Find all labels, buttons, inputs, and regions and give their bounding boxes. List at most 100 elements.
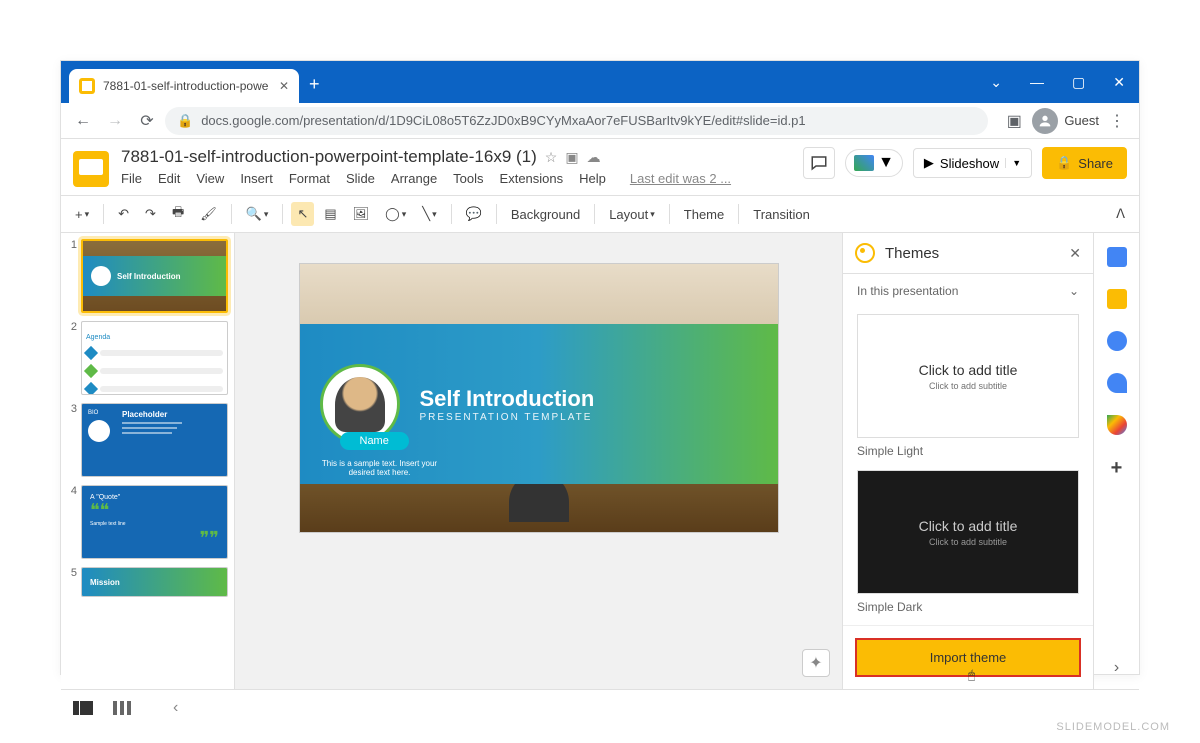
chevron-down-icon[interactable]: ▼	[1005, 158, 1021, 168]
thumb-number: 3	[67, 403, 81, 477]
background-button[interactable]: Background	[505, 203, 586, 226]
minimize-button[interactable]: ―	[1016, 74, 1058, 90]
menu-bar: File Edit View Insert Format Slide Arran…	[121, 171, 791, 186]
close-window-button[interactable]: ✕	[1099, 74, 1139, 91]
share-label: Share	[1078, 156, 1113, 171]
transition-button[interactable]: Transition	[747, 203, 816, 226]
comments-button[interactable]	[803, 147, 835, 179]
canvas-area[interactable]: Self Introduction PRESENTATION TEMPLATE …	[235, 233, 843, 689]
meet-button[interactable]: ▼	[845, 149, 903, 177]
keep-icon[interactable]	[1107, 289, 1127, 309]
filmstrip-view-button[interactable]	[73, 701, 93, 715]
calendar-icon[interactable]	[1107, 247, 1127, 267]
thumb-number: 5	[67, 567, 81, 597]
film-strip[interactable]: 1 Self Introduction 2 Agenda 3 BIO	[61, 233, 235, 689]
slide-thumb-2[interactable]: Agenda	[81, 321, 228, 395]
browser-menu-button[interactable]: ⋮	[1103, 107, 1131, 135]
address-bar: ← → ⟳ 🔒 docs.google.com/presentation/d/1…	[61, 103, 1139, 139]
menu-tools[interactable]: Tools	[453, 171, 483, 186]
maximize-button[interactable]: ▢	[1058, 74, 1099, 91]
select-tool[interactable]: ↖	[291, 202, 314, 226]
guest-avatar-icon	[1032, 108, 1058, 134]
menu-view[interactable]: View	[196, 171, 224, 186]
tab-title: 7881-01-self-introduction-powe	[103, 79, 268, 93]
menu-file[interactable]: File	[121, 171, 142, 186]
close-tab-icon[interactable]: ✕	[279, 79, 289, 93]
star-icon[interactable]: ☆	[545, 149, 558, 166]
thumb-number: 1	[67, 239, 81, 313]
palette-icon	[855, 243, 875, 263]
tasks-icon[interactable]	[1107, 331, 1127, 351]
window-controls: ⌄ ― ▢ ✕	[976, 61, 1139, 103]
url-text: docs.google.com/presentation/d/1D9CiL08o…	[201, 113, 805, 128]
profile-button[interactable]: Guest	[1032, 108, 1099, 134]
paint-format-button[interactable]: 🖌	[194, 202, 223, 226]
back-button[interactable]: ←	[69, 107, 97, 135]
import-theme-button[interactable]: Import theme 🖱	[855, 638, 1081, 677]
play-icon: ▶	[924, 155, 934, 171]
shape-tool[interactable]: ◯▾	[379, 202, 412, 226]
sample-text: This is a sample text. Insert your desir…	[320, 459, 440, 477]
last-edit[interactable]: Last edit was 2 ...	[630, 171, 731, 186]
slideshow-label: Slideshow	[940, 156, 999, 171]
print-button[interactable]: 🖶	[166, 199, 190, 229]
slide-canvas[interactable]: Self Introduction PRESENTATION TEMPLATE …	[299, 263, 779, 533]
move-icon[interactable]: ▣	[565, 149, 578, 166]
install-app-icon[interactable]: ▣	[1000, 107, 1028, 135]
chevron-left-icon[interactable]: ‹	[173, 699, 178, 717]
new-slide-button[interactable]: +▾	[69, 203, 95, 226]
new-tab-button[interactable]: +	[309, 74, 320, 95]
slide-thumb-5[interactable]: Mission	[81, 567, 228, 597]
lock-icon: 🔒	[177, 113, 193, 129]
slides-logo[interactable]	[73, 151, 109, 187]
menu-slide[interactable]: Slide	[346, 171, 375, 186]
layout-button[interactable]: Layout▾	[603, 203, 661, 226]
chevron-down-icon: ▼	[878, 154, 894, 172]
side-dock: + ›	[1093, 233, 1139, 689]
slideshow-button[interactable]: ▶ Slideshow ▼	[913, 148, 1032, 178]
maps-icon[interactable]	[1107, 415, 1127, 435]
add-addon-button[interactable]: +	[1111, 457, 1123, 480]
url-input[interactable]: 🔒 docs.google.com/presentation/d/1D9CiL0…	[165, 107, 988, 135]
menu-insert[interactable]: Insert	[240, 171, 273, 186]
guest-label: Guest	[1064, 113, 1099, 128]
menu-arrange[interactable]: Arrange	[391, 171, 437, 186]
reload-button[interactable]: ⟳	[133, 107, 161, 135]
doc-title[interactable]: 7881-01-self-introduction-powerpoint-tem…	[121, 147, 537, 167]
themes-title: Themes	[885, 245, 1069, 262]
contacts-icon[interactable]	[1107, 373, 1127, 393]
collapse-toolbar-button[interactable]: ᐱ	[1110, 202, 1131, 226]
comment-tool[interactable]: 💬	[460, 202, 488, 226]
slide-subtitle: PRESENTATION TEMPLATE	[420, 412, 595, 423]
cloud-icon[interactable]: ☁	[587, 149, 601, 166]
textbox-tool[interactable]: ▤	[318, 202, 342, 226]
theme-simple-dark[interactable]: Click to add title Click to add subtitle…	[857, 470, 1079, 614]
slide-thumb-1[interactable]: Self Introduction	[81, 239, 228, 313]
watermark: SLIDEMODEL.COM	[1056, 721, 1170, 733]
image-tool[interactable]: 🖼	[347, 202, 376, 226]
zoom-button[interactable]: 🔍▾	[240, 202, 275, 226]
theme-simple-light[interactable]: Click to add title Click to add subtitle…	[857, 314, 1079, 458]
share-button[interactable]: 🔒 Share	[1042, 147, 1127, 179]
collapse-dock-button[interactable]: ›	[1114, 659, 1119, 677]
grid-view-button[interactable]	[113, 701, 133, 715]
menu-edit[interactable]: Edit	[158, 171, 180, 186]
redo-button[interactable]: ↷	[139, 202, 162, 226]
slide-thumb-4[interactable]: A "Quote" ❝❝ Sample text line ❞❞	[81, 485, 228, 559]
theme-button[interactable]: Theme	[678, 203, 730, 226]
menu-help[interactable]: Help	[579, 171, 606, 186]
close-panel-button[interactable]: ✕	[1069, 245, 1081, 262]
menu-format[interactable]: Format	[289, 171, 330, 186]
themes-panel: Themes ✕ In this presentation ⌄ Click to…	[843, 233, 1093, 689]
lock-icon: 🔒	[1056, 155, 1072, 171]
menu-extensions[interactable]: Extensions	[500, 171, 564, 186]
explore-button[interactable]: ✦	[802, 649, 830, 677]
chevron-down-icon[interactable]: ⌄	[976, 74, 1016, 91]
window-titlebar: 7881-01-self-introduction-powe ✕ + ⌄ ― ▢…	[61, 61, 1139, 103]
browser-tab[interactable]: 7881-01-self-introduction-powe ✕	[69, 69, 299, 103]
forward-button[interactable]: →	[101, 107, 129, 135]
slide-thumb-3[interactable]: BIO Placeholder	[81, 403, 228, 477]
line-tool[interactable]: ╲▾	[416, 202, 442, 226]
undo-button[interactable]: ↶	[112, 202, 135, 226]
themes-section-header[interactable]: In this presentation ⌄	[843, 274, 1093, 308]
